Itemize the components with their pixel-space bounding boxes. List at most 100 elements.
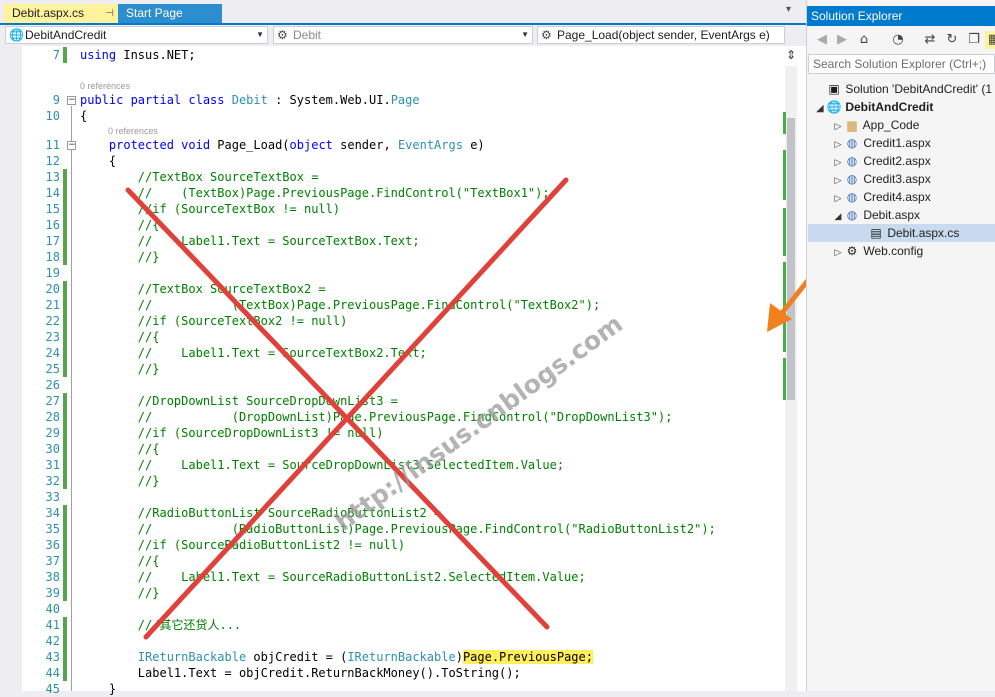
code-line[interactable]: IReturnBackable objCredit = (IReturnBack… [80, 649, 593, 665]
code-line[interactable]: //{ [80, 329, 160, 345]
split-editor-icon[interactable]: ⇕ [784, 48, 798, 62]
tree-node-app-code[interactable]: ▷ ▆ App_Code [832, 116, 920, 135]
method-icon: ⚙ [541, 28, 552, 42]
code-line[interactable]: //} [80, 473, 160, 489]
tree-node-web-config[interactable]: ▷ ⚙ Web.config [832, 242, 924, 261]
code-line[interactable]: //{ [80, 553, 160, 569]
code-line[interactable]: // Label1.Text = SourceTextBox.Text; [80, 233, 420, 249]
code-line[interactable]: public partial class Debit : System.Web.… [80, 92, 420, 108]
code-line[interactable]: //if (SourceDropDownList3 != null) [80, 425, 384, 441]
refresh-icon[interactable]: ↻ [943, 31, 961, 49]
solution-explorer-title[interactable]: Solution Explorer [807, 6, 995, 26]
collapsed-icon[interactable]: ▷ [832, 171, 844, 189]
code-line[interactable]: // Label1.Text = SourceDropDownList3.Sel… [80, 457, 564, 473]
collapsed-icon[interactable]: ▷ [832, 189, 844, 207]
collapse-all-icon[interactable]: ❐ [965, 31, 983, 49]
code-line[interactable]: { [80, 108, 87, 124]
expanded-icon[interactable]: ◢ [832, 207, 844, 225]
code-line[interactable]: using Insus.NET; [80, 47, 196, 63]
web-form-icon: ◍ [846, 208, 858, 222]
code-line[interactable]: //{ [80, 217, 160, 233]
collapsed-icon[interactable]: ▷ [832, 243, 844, 261]
tree-node-credit1[interactable]: ▷ ◍ Credit1.aspx [832, 134, 931, 152]
solution-explorer-toolbar: ◀ ▶ ⌂ ◔ ⇄ ↻ ❐ ▦ [807, 28, 995, 52]
change-bar [63, 569, 67, 585]
code-line[interactable]: //if (SourceRadioButtonList2 != null) [80, 537, 405, 553]
code-line[interactable]: // (TextBox)Page.PreviousPage.FindContro… [80, 297, 600, 313]
code-line[interactable]: //if (SourceTextBox != null) [80, 201, 340, 217]
code-line[interactable]: ///其它还贷人... [80, 617, 241, 633]
code-line[interactable]: //if (SourceTextBox2 != null) [80, 313, 348, 329]
line-number: 22 [45, 314, 60, 328]
change-mark [783, 208, 786, 256]
change-bar [63, 361, 67, 377]
code-line[interactable]: protected void Page_Load(object sender, … [80, 137, 485, 153]
tree-node-debit-aspx[interactable]: ◢ ◍ Debit.aspx [832, 206, 921, 225]
tree-node-debit-aspx-cs[interactable]: ▤ Debit.aspx.cs [808, 224, 995, 242]
show-all-files-icon[interactable]: ▦ [985, 31, 995, 49]
code-line[interactable]: // (RadioButtonList)Page.PreviousPage.Fi… [80, 521, 716, 537]
editor-glyph-margin [0, 46, 22, 691]
code-line[interactable]: //} [80, 585, 160, 601]
tree-node-credit4[interactable]: ▷ ◍ Credit4.aspx [832, 188, 931, 206]
tree-node-solution[interactable]: ▣ Solution 'DebitAndCredit' (1 p [814, 80, 995, 98]
collapse-icon[interactable]: − [67, 96, 76, 105]
web-project-icon: 🌐 [826, 100, 842, 114]
code-line[interactable]: // (TextBox)Page.PreviousPage.FindContro… [80, 185, 550, 201]
line-number: 31 [45, 458, 60, 472]
reference-count[interactable]: 0 references [108, 125, 158, 137]
expanded-icon[interactable]: ◢ [814, 99, 826, 117]
change-mark [783, 262, 786, 352]
code-line[interactable]: //} [80, 361, 160, 377]
tree-node-credit3[interactable]: ▷ ◍ Credit3.aspx [832, 170, 931, 188]
code-line[interactable]: //{ [80, 441, 160, 457]
home-icon[interactable]: ⌂ [855, 31, 873, 49]
code-line[interactable]: // Label1.Text = SourceRadioButtonList2.… [80, 569, 586, 585]
line-number: 35 [45, 522, 60, 536]
solution-search-input[interactable]: Search Solution Explorer (Ctrl+;) [808, 54, 995, 74]
sync-icon[interactable]: ⇄ [921, 31, 939, 49]
pending-changes-icon[interactable]: ◔ [889, 31, 907, 49]
code-line[interactable]: // (DropDownList)Page.PreviousPage.FindC… [80, 409, 673, 425]
reference-count[interactable]: 0 references [80, 80, 130, 92]
line-number: 12 [45, 154, 60, 168]
collapsed-icon[interactable]: ▷ [832, 153, 844, 171]
forward-icon[interactable]: ▶ [833, 31, 851, 49]
back-icon[interactable]: ◀ [813, 31, 831, 49]
tab-overflow-icon[interactable]: ▾ [786, 4, 791, 15]
class-dropdown[interactable]: ⚙ Debit ▼ [273, 26, 533, 44]
line-number: 26 [45, 378, 60, 392]
change-bar [63, 553, 67, 569]
collapsed-icon[interactable]: ▷ [832, 117, 844, 135]
chevron-down-icon: ▼ [256, 30, 264, 39]
collapsed-icon[interactable]: ▷ [832, 135, 844, 153]
code-line[interactable]: //TextBox SourceTextBox = [80, 169, 319, 185]
line-number: 24 [45, 346, 60, 360]
scrollbar-thumb[interactable] [787, 118, 795, 400]
code-line[interactable]: //} [80, 249, 160, 265]
change-bar [63, 521, 67, 537]
tab-label: Debit.aspx.cs [12, 6, 85, 20]
change-mark [783, 112, 786, 134]
tab-debit-aspx-cs[interactable]: Debit.aspx.cs ⊣ ✕ [4, 4, 132, 23]
pin-icon[interactable]: ⊣ [105, 4, 114, 23]
code-line[interactable]: //TextBox SourceTextBox2 = [80, 281, 326, 297]
code-line[interactable]: } [80, 681, 116, 697]
web-form-icon: ◍ [846, 172, 858, 186]
code-line[interactable]: // Label1.Text = SourceTextBox2.Text; [80, 345, 427, 361]
line-number: 18 [45, 250, 60, 264]
tab-start-page[interactable]: Start Page [118, 4, 222, 23]
code-line[interactable]: //DropDownList SourceDropDownList3 = [80, 393, 398, 409]
project-dropdown[interactable]: 🌐 DebitAndCredit ▼ [5, 26, 268, 44]
tree-node-credit2[interactable]: ▷ ◍ Credit2.aspx [832, 152, 931, 170]
code-line[interactable]: Label1.Text = objCredit.ReturnBackMoney(… [80, 665, 521, 681]
line-number: 43 [45, 650, 60, 664]
member-dropdown[interactable]: ⚙ Page_Load(object sender, EventArgs e) [537, 26, 785, 44]
code-line[interactable]: //RadioButtonList SourceRadioButtonList2… [80, 505, 441, 521]
collapse-icon[interactable]: − [67, 141, 76, 150]
web-form-icon: ◍ [846, 190, 858, 204]
tree-node-project[interactable]: ◢ 🌐 DebitAndCredit [814, 98, 934, 117]
chevron-down-icon: ▼ [521, 30, 529, 39]
change-bar [63, 201, 67, 217]
code-line[interactable]: { [80, 153, 116, 169]
